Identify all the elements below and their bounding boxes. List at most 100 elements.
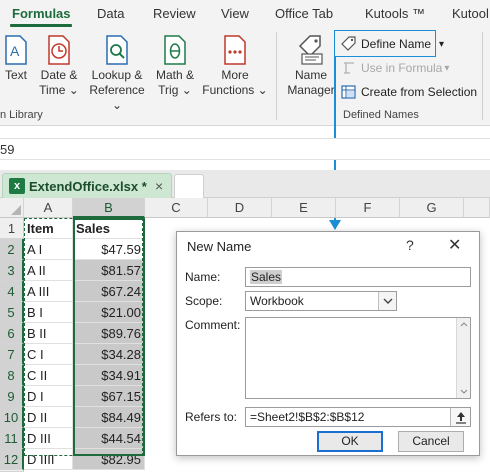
- create-from-selection-label: Create from Selection: [361, 85, 478, 99]
- create-from-selection-button[interactable]: Create from Selection: [341, 84, 477, 100]
- more-functions-button[interactable]: More Functions ⌄: [202, 34, 268, 98]
- table-row-item[interactable]: D IIII: [24, 449, 73, 470]
- text-functions-label: Text: [4, 68, 27, 82]
- table-row-item[interactable]: D I: [24, 386, 73, 407]
- table-row-item[interactable]: A I: [24, 239, 73, 260]
- tab-formulas[interactable]: Formulas: [12, 6, 71, 21]
- comment-scrollbar[interactable]: [456, 318, 470, 398]
- name-manager-label-2: Manager: [287, 83, 335, 97]
- name-field-value: Sales: [250, 270, 283, 284]
- table-row-sales[interactable]: $81.57: [73, 260, 145, 281]
- select-all-corner[interactable]: [0, 198, 24, 218]
- cell-b1[interactable]: Sales: [73, 218, 145, 239]
- row-header[interactable]: 7: [0, 344, 24, 365]
- table-row-item[interactable]: B II: [24, 323, 73, 344]
- table-row-item[interactable]: C II: [24, 365, 73, 386]
- table-row-item[interactable]: D III: [24, 428, 73, 449]
- chevron-down-icon[interactable]: [378, 292, 396, 310]
- close-icon[interactable]: ✕: [448, 235, 461, 255]
- close-icon[interactable]: ×: [155, 178, 163, 194]
- group-divider: [276, 32, 277, 120]
- row-header[interactable]: 4: [0, 281, 24, 302]
- use-in-formula-button[interactable]: Use in Formula ▾: [341, 60, 449, 76]
- row-header[interactable]: 11: [0, 428, 24, 449]
- callout-arrow-head: [329, 220, 341, 230]
- column-header-b[interactable]: B: [73, 198, 145, 218]
- table-row-sales[interactable]: $21.00: [73, 302, 145, 323]
- table-row-item[interactable]: D II: [24, 407, 73, 428]
- text-functions-button[interactable]: A Text: [0, 34, 32, 83]
- formula-bar[interactable]: 59: [0, 138, 490, 160]
- row-header[interactable]: 5: [0, 302, 24, 323]
- chevron-down-icon: ⌄: [257, 83, 268, 97]
- table-row-sales[interactable]: $44.54: [73, 428, 145, 449]
- tab-kutools-plus[interactable]: Kutool: [452, 6, 489, 21]
- row-header[interactable]: 1: [0, 218, 24, 239]
- tab-view[interactable]: View: [221, 6, 249, 21]
- row-header[interactable]: 3: [0, 260, 24, 281]
- row-header[interactable]: 10: [0, 407, 24, 428]
- svg-text:A: A: [10, 43, 20, 59]
- table-row-sales[interactable]: $67.24: [73, 281, 145, 302]
- row-header[interactable]: 6: [0, 323, 24, 344]
- scope-select-value: Workbook: [250, 294, 304, 308]
- table-row-sales[interactable]: $47.59: [73, 239, 145, 260]
- table-row-item[interactable]: B I: [24, 302, 73, 323]
- ok-button[interactable]: OK: [317, 431, 383, 452]
- table-row-sales[interactable]: $67.15: [73, 386, 145, 407]
- table-row-sales[interactable]: $82.95: [73, 449, 145, 470]
- table-row-sales[interactable]: $89.76: [73, 323, 145, 344]
- lookup-label-2: Reference ⌄: [89, 83, 145, 112]
- cancel-button[interactable]: Cancel: [398, 431, 464, 452]
- new-workbook-tab-button[interactable]: [174, 174, 204, 198]
- help-icon[interactable]: ?: [406, 237, 414, 253]
- row-header[interactable]: 8: [0, 365, 24, 386]
- tab-office-tab[interactable]: Office Tab: [275, 6, 333, 21]
- defined-names-group-label: Defined Names: [343, 109, 419, 121]
- ribbon-tab-bar: Formulas Data Review View Office Tab Kut…: [0, 0, 490, 28]
- lookup-reference-button[interactable]: Lookup & Reference ⌄: [86, 34, 148, 113]
- name-field[interactable]: Sales: [245, 267, 471, 287]
- math-trig-button[interactable]: Math & Trig ⌄: [152, 34, 198, 98]
- chevron-down-icon: ▾: [444, 62, 450, 74]
- date-time-button[interactable]: Date & Time ⌄: [36, 34, 82, 98]
- comment-field[interactable]: [245, 317, 471, 399]
- collapse-dialog-icon[interactable]: [450, 408, 470, 426]
- math-trig-label-2: Trig ⌄: [158, 83, 192, 97]
- cell-a1[interactable]: Item: [24, 218, 73, 239]
- table-row-item[interactable]: A II: [24, 260, 73, 281]
- column-header-a[interactable]: A: [24, 198, 73, 218]
- new-name-dialog: New Name ? ✕ Name: Sales Scope: Workbook…: [176, 231, 480, 456]
- column-header-overflow: [464, 198, 490, 218]
- refers-to-field[interactable]: =Sheet2!$B$2:$B$12: [245, 407, 471, 427]
- row-header[interactable]: 9: [0, 386, 24, 407]
- tab-review[interactable]: Review: [153, 6, 196, 21]
- column-header-d[interactable]: D: [208, 198, 272, 218]
- scope-label: Scope:: [185, 294, 223, 308]
- chevron-down-icon: ⌄: [181, 83, 192, 97]
- workbook-tab-strip: x ExtendOffice.xlsx * ×: [0, 170, 490, 198]
- column-header-e[interactable]: E: [272, 198, 336, 218]
- formula-bar-value[interactable]: 59: [0, 142, 14, 157]
- table-row-sales[interactable]: $34.28: [73, 344, 145, 365]
- name-manager-icon: [298, 35, 323, 65]
- column-header-f[interactable]: F: [336, 198, 400, 218]
- corner-triangle-icon: [11, 205, 21, 215]
- chevron-down-icon[interactable]: ▾: [439, 39, 444, 50]
- table-row-item[interactable]: A III: [24, 281, 73, 302]
- theta-icon: [164, 35, 186, 65]
- row-header[interactable]: 2: [0, 239, 24, 260]
- name-manager-button[interactable]: Name Manager: [284, 34, 338, 98]
- date-time-label-2: Time ⌄: [39, 83, 79, 97]
- workbook-tab[interactable]: x ExtendOffice.xlsx * ×: [2, 173, 172, 198]
- table-row-sales[interactable]: $84.49: [73, 407, 145, 428]
- row-header[interactable]: 12: [0, 449, 24, 470]
- tab-data[interactable]: Data: [97, 6, 124, 21]
- table-row-item[interactable]: C I: [24, 344, 73, 365]
- column-header-g[interactable]: G: [400, 198, 464, 218]
- column-header-c[interactable]: C: [145, 198, 208, 218]
- tab-kutools[interactable]: Kutools ™: [365, 6, 425, 21]
- table-row-sales[interactable]: $34.91: [73, 365, 145, 386]
- text-icon: A: [5, 35, 27, 65]
- scope-select[interactable]: Workbook: [245, 291, 397, 311]
